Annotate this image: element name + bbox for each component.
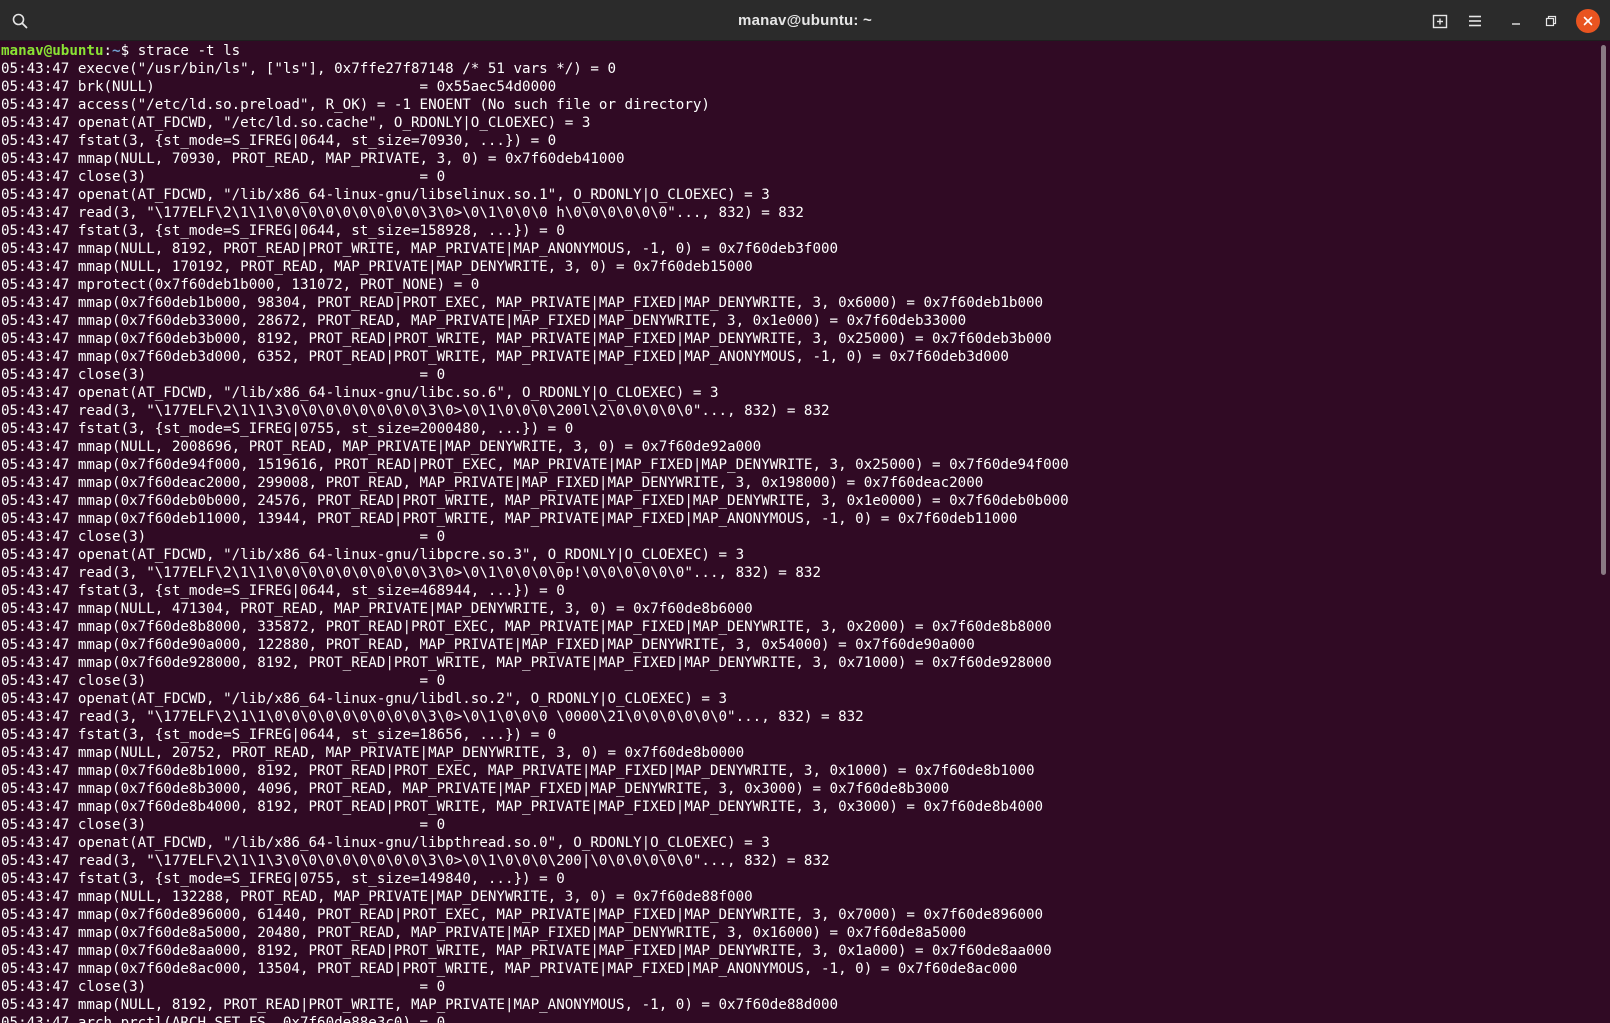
output-line: 05:43:47 mmap(0x7f60deb33000, 28672, PRO…	[1, 313, 967, 329]
hamburger-menu-icon	[1467, 13, 1483, 29]
title-bar[interactable]: manav@ubuntu: ~	[0, 0, 1610, 41]
output-line: 05:43:47 mprotect(0x7f60deb1b000, 131072…	[1, 277, 480, 293]
maximize-button[interactable]	[1538, 8, 1564, 34]
menu-button[interactable]	[1462, 8, 1488, 34]
output-line: 05:43:47 mmap(NULL, 170192, PROT_READ, M…	[1, 259, 753, 275]
prompt-command: strace -t ls	[137, 43, 241, 59]
output-line: 05:43:47 openat(AT_FDCWD, "/lib/x86_64-l…	[1, 691, 728, 707]
output-line: 05:43:47 close(3) = 0	[1, 673, 446, 689]
output-line: 05:43:47 mmap(NULL, 2008696, PROT_READ, …	[1, 439, 762, 455]
output-line: 05:43:47 arch_prctl(ARCH_SET_FS, 0x7f60d…	[1, 1015, 446, 1023]
output-line: 05:43:47 brk(NULL) = 0x55aec54d0000	[1, 79, 557, 95]
output-line: 05:43:47 mmap(NULL, 132288, PROT_READ, M…	[1, 889, 753, 905]
output-line: 05:43:47 mmap(0x7f60de8b1000, 8192, PROT…	[1, 763, 1035, 779]
output-line: 05:43:47 openat(AT_FDCWD, "/lib/x86_64-l…	[1, 187, 770, 203]
output-line: 05:43:47 mmap(0x7f60deac2000, 299008, PR…	[1, 475, 984, 491]
window-title: manav@ubuntu: ~	[738, 12, 872, 29]
maximize-icon	[1545, 15, 1557, 27]
output-line: 05:43:47 mmap(0x7f60de8b3000, 4096, PROT…	[1, 781, 950, 797]
scrollbar-thumb[interactable]	[1601, 45, 1606, 575]
output-line: 05:43:47 openat(AT_FDCWD, "/lib/x86_64-l…	[1, 385, 719, 401]
output-line: 05:43:47 read(3, "\177ELF\2\1\1\3\0\0\0\…	[1, 853, 830, 869]
output-line: 05:43:47 close(3) = 0	[1, 817, 446, 833]
output-line: 05:43:47 fstat(3, {st_mode=S_IFREG|0644,…	[1, 727, 557, 743]
output-line: 05:43:47 mmap(0x7f60deb3b000, 8192, PROT…	[1, 331, 1052, 347]
strace-output: 05:43:47 execve("/usr/bin/ls", ["ls"], 0…	[0, 60, 1600, 1023]
output-line: 05:43:47 mmap(NULL, 8192, PROT_READ|PROT…	[1, 241, 839, 257]
output-line: 05:43:47 mmap(NULL, 70930, PROT_READ, MA…	[1, 151, 625, 167]
output-line: 05:43:47 mmap(0x7f60de8aa000, 8192, PROT…	[1, 943, 1052, 959]
output-line: 05:43:47 fstat(3, {st_mode=S_IFREG|0755,…	[1, 421, 574, 437]
output-line: 05:43:47 read(3, "\177ELF\2\1\1\0\0\0\0\…	[1, 709, 864, 725]
output-line: 05:43:47 execve("/usr/bin/ls", ["ls"], 0…	[1, 61, 616, 77]
output-line: 05:43:47 mmap(0x7f60de90a000, 122880, PR…	[1, 637, 975, 653]
output-line: 05:43:47 close(3) = 0	[1, 367, 446, 383]
output-line: 05:43:47 mmap(0x7f60deb3d000, 6352, PROT…	[1, 349, 1009, 365]
close-button[interactable]	[1576, 9, 1600, 33]
output-line: 05:43:47 fstat(3, {st_mode=S_IFREG|0644,…	[1, 223, 565, 239]
output-line: 05:43:47 mmap(0x7f60de94f000, 1519616, P…	[1, 457, 1069, 473]
vertical-scrollbar[interactable]	[1598, 41, 1610, 1023]
output-line: 05:43:47 mmap(0x7f60de8a5000, 20480, PRO…	[1, 925, 967, 941]
output-line: 05:43:47 close(3) = 0	[1, 529, 446, 545]
output-line: 05:43:47 mmap(NULL, 471304, PROT_READ, M…	[1, 601, 753, 617]
output-line: 05:43:47 openat(AT_FDCWD, "/etc/ld.so.ca…	[1, 115, 591, 131]
output-line: 05:43:47 openat(AT_FDCWD, "/lib/x86_64-l…	[1, 547, 745, 563]
terminal-output[interactable]: manav@ubuntu:~$ strace -t ls 05:43:47 ex…	[0, 41, 1600, 1023]
output-line: 05:43:47 close(3) = 0	[1, 979, 446, 995]
output-line: 05:43:47 mmap(NULL, 8192, PROT_READ|PROT…	[1, 997, 839, 1013]
output-line: 05:43:47 read(3, "\177ELF\2\1\1\0\0\0\0\…	[1, 565, 821, 581]
prompt-symbol: $	[120, 43, 138, 59]
output-line: 05:43:47 access("/etc/ld.so.preload", R_…	[1, 97, 710, 113]
output-line: 05:43:47 mmap(NULL, 20752, PROT_READ, MA…	[1, 745, 745, 761]
output-line: 05:43:47 fstat(3, {st_mode=S_IFREG|0755,…	[1, 871, 565, 887]
output-line: 05:43:47 mmap(0x7f60de8ac000, 13504, PRO…	[1, 961, 1018, 977]
prompt-separator: :	[103, 43, 113, 59]
prompt-path: ~	[112, 43, 121, 59]
output-line: 05:43:47 read(3, "\177ELF\2\1\1\3\0\0\0\…	[1, 403, 830, 419]
new-tab-button[interactable]	[1427, 8, 1453, 34]
output-line: 05:43:47 mmap(0x7f60de8b8000, 335872, PR…	[1, 619, 1052, 635]
output-line: 05:43:47 fstat(3, {st_mode=S_IFREG|0644,…	[1, 583, 565, 599]
terminal-window: manav@ubuntu: ~ manav@ubuntu:~$ strace -…	[0, 0, 1610, 1023]
output-line: 05:43:47 close(3) = 0	[1, 169, 446, 185]
output-line: 05:43:47 mmap(0x7f60de8b4000, 8192, PROT…	[1, 799, 1044, 815]
output-line: 05:43:47 mmap(0x7f60deb11000, 13944, PRO…	[1, 511, 1018, 527]
output-line: 05:43:47 mmap(0x7f60deb0b000, 24576, PRO…	[1, 493, 1069, 509]
output-line: 05:43:47 openat(AT_FDCWD, "/lib/x86_64-l…	[1, 835, 770, 851]
new-tab-icon	[1432, 13, 1448, 29]
output-line: 05:43:47 mmap(0x7f60deb1b000, 98304, PRO…	[1, 295, 1044, 311]
prompt-user-host: manav@ubuntu	[1, 43, 104, 59]
output-line: 05:43:47 read(3, "\177ELF\2\1\1\0\0\0\0\…	[1, 205, 804, 221]
output-line: 05:43:47 mmap(0x7f60de928000, 8192, PROT…	[1, 655, 1052, 671]
output-line: 05:43:47 fstat(3, {st_mode=S_IFREG|0644,…	[1, 133, 557, 149]
prompt-line: manav@ubuntu:~$ strace -t ls	[0, 42, 1600, 60]
minimize-icon	[1510, 15, 1522, 27]
close-icon	[1582, 15, 1594, 27]
output-line: 05:43:47 mmap(0x7f60de896000, 61440, PRO…	[1, 907, 1044, 923]
minimize-button[interactable]	[1503, 8, 1529, 34]
